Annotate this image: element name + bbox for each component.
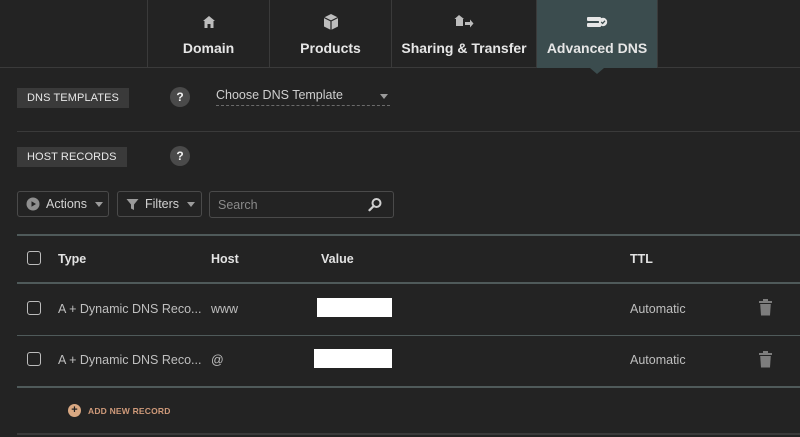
dns-template-select[interactable]: Choose DNS Template — [216, 88, 390, 106]
table-top-border — [17, 234, 800, 236]
page-bottom-border — [17, 433, 800, 435]
filters-label: Filters — [145, 197, 180, 211]
table-bottom-border — [17, 386, 800, 388]
share-transfer-icon — [454, 12, 474, 32]
tab-label: Sharing & Transfer — [401, 40, 527, 56]
trash-icon[interactable] — [758, 351, 773, 373]
column-header-host: Host — [211, 252, 239, 266]
chevron-down-icon — [187, 201, 196, 207]
select-all-checkbox[interactable] — [27, 251, 41, 265]
tab-domain[interactable]: Domain — [147, 0, 269, 68]
tab-sharing-transfer[interactable]: Sharing & Transfer — [391, 0, 536, 68]
tab-label: Products — [300, 40, 361, 56]
record-value-redacted[interactable] — [314, 349, 392, 368]
actions-label: Actions — [46, 197, 87, 211]
add-new-record-label: ADD NEW RECORD — [88, 405, 171, 416]
plus-icon: + — [68, 404, 81, 417]
filter-icon — [126, 198, 139, 211]
record-host[interactable]: @ — [211, 353, 224, 367]
column-header-type: Type — [58, 252, 87, 266]
record-host[interactable]: www — [211, 302, 238, 316]
record-ttl[interactable]: Automatic — [630, 353, 686, 367]
table-header-border — [17, 282, 800, 284]
dns-template-select-value: Choose DNS Template — [216, 88, 343, 102]
row-checkbox[interactable] — [27, 301, 41, 315]
host-records-label: HOST RECORDS — [17, 147, 127, 167]
filters-dropdown-button[interactable]: Filters — [117, 191, 202, 217]
add-new-record-button[interactable]: + ADD NEW RECORD — [68, 404, 171, 417]
actions-dropdown-button[interactable]: Actions — [17, 191, 109, 217]
dns-templates-label: DNS TEMPLATES — [17, 88, 129, 108]
chevron-down-icon — [380, 94, 388, 99]
tab-label: Advanced DNS — [546, 40, 648, 56]
row-checkbox[interactable] — [27, 352, 41, 366]
search-icon[interactable] — [368, 197, 383, 217]
chevron-down-icon — [95, 201, 103, 207]
tab-products[interactable]: Products — [269, 0, 391, 68]
record-ttl[interactable]: Automatic — [630, 302, 686, 316]
server-icon — [586, 12, 608, 32]
search-input[interactable] — [210, 192, 360, 217]
search-box — [209, 191, 394, 218]
home-icon — [202, 12, 216, 32]
trash-icon[interactable] — [758, 299, 773, 321]
record-type: A + Dynamic DNS Reco... — [58, 353, 202, 367]
top-tab-bar: Domain Products Sharing & Transfer Advan… — [0, 0, 800, 74]
section-divider — [17, 131, 800, 132]
dns-templates-help-icon[interactable]: ? — [170, 87, 190, 107]
play-icon — [26, 197, 40, 211]
tab-label: Domain — [182, 40, 235, 56]
record-type: A + Dynamic DNS Reco... — [58, 302, 202, 316]
row-divider — [17, 335, 800, 336]
record-value-redacted[interactable] — [317, 298, 392, 317]
column-header-ttl: TTL — [630, 252, 653, 266]
tab-advanced-dns[interactable]: Advanced DNS — [536, 0, 658, 74]
box-icon — [323, 12, 339, 32]
host-records-help-icon[interactable]: ? — [170, 146, 190, 166]
column-header-value: Value — [321, 252, 354, 266]
